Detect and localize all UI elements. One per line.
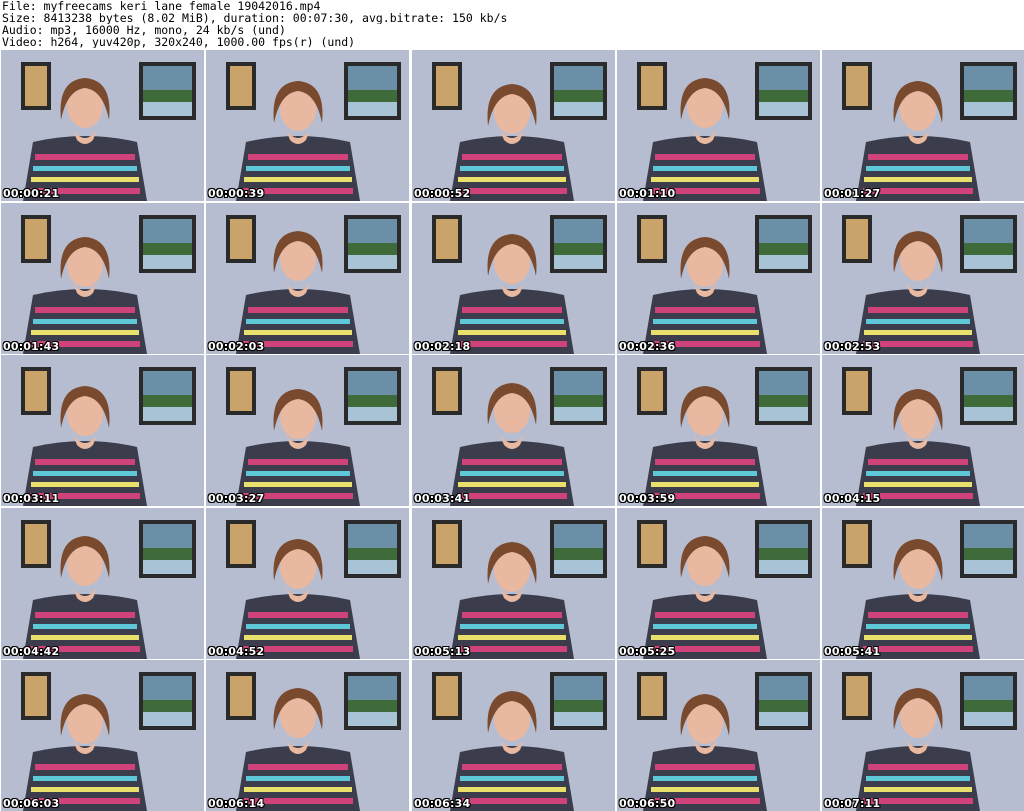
frame-timestamp: 00:05:25: [619, 645, 676, 658]
frame-image: [412, 508, 615, 659]
frame-image: [206, 508, 409, 659]
thumbnail-grid: 00:00:21 00:00:39 00:00:52 00:01:10 00:01:27…: [0, 50, 1024, 811]
video-thumbnail[interactable]: 00:06:50: [617, 660, 820, 811]
frame-image: [412, 660, 615, 811]
frame-timestamp: 00:06:34: [414, 797, 471, 810]
frame-image: [412, 203, 615, 354]
frame-timestamp: 00:02:53: [824, 340, 881, 353]
frame-timestamp: 00:00:52: [414, 187, 471, 200]
frame-image: [617, 50, 820, 201]
frame-image: [822, 660, 1024, 811]
frame-image: [1, 50, 204, 201]
file-info-header: File: myfreecams_keri_lane_female_190420…: [2, 0, 1022, 48]
frame-image: [412, 355, 615, 506]
frame-image: [1, 660, 204, 811]
frame-timestamp: 00:03:11: [3, 492, 60, 505]
video-thumbnail[interactable]: 00:00:39: [206, 50, 409, 201]
video-thumbnail[interactable]: 00:06:34: [412, 660, 615, 811]
frame-image: [822, 203, 1024, 354]
frame-image: [617, 660, 820, 811]
frame-timestamp: 00:05:41: [824, 645, 881, 658]
frame-timestamp: 00:00:21: [3, 187, 60, 200]
frame-timestamp: 00:06:03: [3, 797, 60, 810]
frame-image: [822, 508, 1024, 659]
video-thumbnail[interactable]: 00:07:11: [822, 660, 1024, 811]
video-thumbnail[interactable]: 00:01:10: [617, 50, 820, 201]
frame-image: [822, 355, 1024, 506]
video-thumbnail[interactable]: 00:02:36: [617, 203, 820, 354]
frame-timestamp: 00:06:14: [208, 797, 265, 810]
frame-timestamp: 00:02:36: [619, 340, 676, 353]
video-thumbnail[interactable]: 00:05:41: [822, 508, 1024, 659]
frame-timestamp: 00:04:42: [3, 645, 60, 658]
video-thumbnail[interactable]: 00:00:52: [412, 50, 615, 201]
video-thumbnail[interactable]: 00:03:41: [412, 355, 615, 506]
frame-image: [1, 508, 204, 659]
frame-image: [206, 50, 409, 201]
video-thumbnail[interactable]: 00:04:52: [206, 508, 409, 659]
video-thumbnail[interactable]: 00:00:21: [1, 50, 204, 201]
frame-timestamp: 00:06:50: [619, 797, 676, 810]
frame-image: [1, 355, 204, 506]
video-thumbnail[interactable]: 00:06:03: [1, 660, 204, 811]
frame-image: [822, 50, 1024, 201]
video-thumbnail[interactable]: 00:06:14: [206, 660, 409, 811]
video-thumbnail[interactable]: 00:04:42: [1, 508, 204, 659]
video-thumbnail[interactable]: 00:05:13: [412, 508, 615, 659]
video-thumbnail[interactable]: 00:02:18: [412, 203, 615, 354]
frame-timestamp: 00:07:11: [824, 797, 881, 810]
frame-image: [617, 203, 820, 354]
video-thumbnail[interactable]: 00:01:43: [1, 203, 204, 354]
frame-image: [617, 508, 820, 659]
frame-timestamp: 00:04:52: [208, 645, 265, 658]
frame-timestamp: 00:02:03: [208, 340, 265, 353]
video-thumbnail[interactable]: 00:03:59: [617, 355, 820, 506]
video-thumbnail[interactable]: 00:05:25: [617, 508, 820, 659]
frame-image: [206, 203, 409, 354]
video-thumbnail[interactable]: 00:02:03: [206, 203, 409, 354]
file-name-line: File: myfreecams_keri_lane_female_190420…: [2, 0, 321, 12]
frame-timestamp: 00:04:15: [824, 492, 881, 505]
frame-timestamp: 00:00:39: [208, 187, 265, 200]
frame-timestamp: 00:02:18: [414, 340, 471, 353]
frame-image: [412, 50, 615, 201]
video-thumbnail[interactable]: 00:03:11: [1, 355, 204, 506]
audio-info-line: Audio: mp3, 16000 Hz, mono, 24 kb/s (und…: [2, 24, 286, 36]
frame-timestamp: 00:03:27: [208, 492, 265, 505]
frame-timestamp: 00:03:41: [414, 492, 471, 505]
frame-image: [206, 660, 409, 811]
frame-timestamp: 00:01:10: [619, 187, 676, 200]
video-thumbnail[interactable]: 00:04:15: [822, 355, 1024, 506]
frame-timestamp: 00:01:43: [3, 340, 60, 353]
video-thumbnail[interactable]: 00:02:53: [822, 203, 1024, 354]
frame-image: [617, 355, 820, 506]
file-size-line: Size: 8413238 bytes (8.02 MiB), duration…: [2, 12, 508, 24]
frame-image: [1, 203, 204, 354]
video-info-line: Video: h264, yuv420p, 320x240, 1000.00 f…: [2, 36, 356, 48]
frame-timestamp: 00:05:13: [414, 645, 471, 658]
video-thumbnail[interactable]: 00:03:27: [206, 355, 409, 506]
frame-image: [206, 355, 409, 506]
frame-timestamp: 00:01:27: [824, 187, 881, 200]
frame-timestamp: 00:03:59: [619, 492, 676, 505]
video-thumbnail[interactable]: 00:01:27: [822, 50, 1024, 201]
